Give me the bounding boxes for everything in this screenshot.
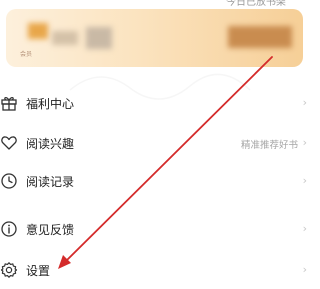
menu-item-label: 福利中心 [26,97,75,111]
menu-item-extra: 精准推荐好书 [240,140,298,151]
chevron-right-icon: › [302,222,307,235]
gear-icon [0,262,18,278]
banner-caption: 会员 [20,51,33,58]
member-banner[interactable]: 会员 [6,9,303,67]
menu-item-feedback[interactable]: 意见反馈 › [0,210,317,248]
menu-item-label: 意见反馈 [26,223,75,237]
blurred-username [52,31,78,45]
menu-item-settings[interactable]: 设置 › [0,251,317,289]
chevron-right-icon: › [302,96,307,109]
gift-icon [1,97,17,111]
chevron-right-icon: › [302,136,307,149]
clock-icon [1,173,17,189]
blurred-avatar [28,23,48,39]
menu-item-label: 阅读兴趣 [26,137,75,151]
top-hint-text: 今日已放书架 [226,0,286,8]
blurred-member-button[interactable] [228,26,292,48]
heart-icon [1,136,17,150]
menu-item-label: 设置 [26,264,51,278]
menu-item-label: 阅读记录 [26,175,75,189]
info-icon [1,221,17,237]
menu-item-reading-history[interactable]: 阅读记录 › [0,162,317,200]
menu-item-welfare[interactable]: 福利中心 › [0,84,317,122]
blurred-badge [86,27,112,49]
chevron-right-icon: › [302,174,307,187]
menu-item-reading-interest[interactable]: 阅读兴趣 精准推荐好书 › [0,124,317,162]
chevron-right-icon: › [302,263,307,276]
